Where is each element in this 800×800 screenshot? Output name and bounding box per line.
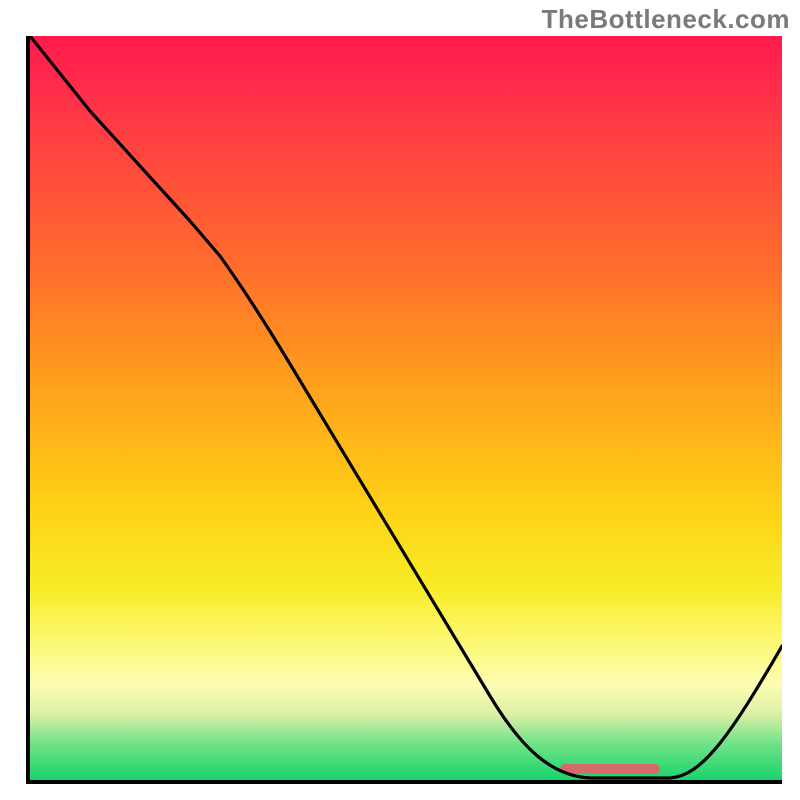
- x-axis: [26, 780, 782, 784]
- chart-container: TheBottleneck.com: [0, 0, 800, 800]
- y-axis: [26, 36, 30, 784]
- bottleneck-curve: [30, 36, 782, 780]
- watermark-text: TheBottleneck.com: [542, 4, 790, 35]
